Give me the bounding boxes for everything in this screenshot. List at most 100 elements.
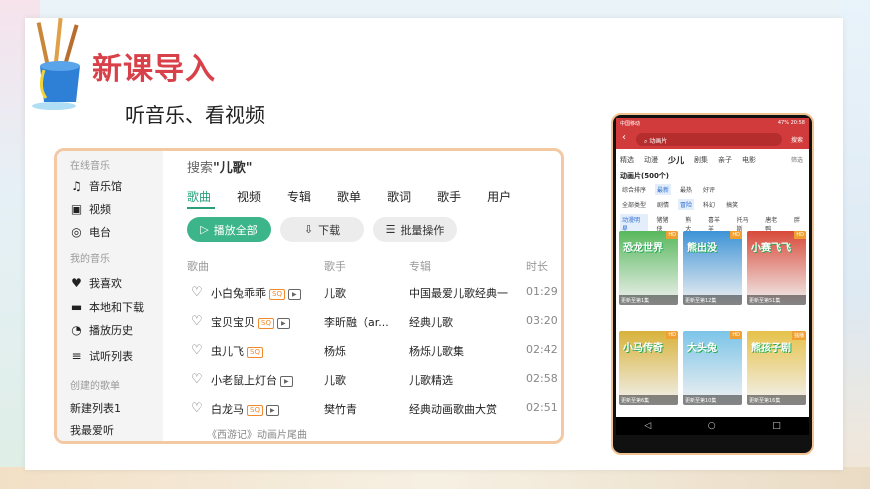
sidebar-section-created: 创建的歌单	[70, 381, 120, 392]
tab-anime[interactable]: 动漫	[644, 155, 658, 166]
video-card-title: 小赛飞飞	[751, 243, 791, 254]
heart-icon[interactable]: ♡	[191, 314, 203, 329]
tab-users[interactable]: 用户	[487, 188, 511, 205]
duration-cell: 02:42	[526, 343, 558, 356]
sidebar-item-music-hall[interactable]: ♫ 音乐馆	[70, 178, 122, 194]
phone-search-input[interactable]: ⌕ 动画片	[636, 133, 782, 146]
music-sidebar: 在线音乐 ♫ 音乐馆 ▣ 视频 ◎ 电台 我的音乐 ♥ 我喜欢 ▬ 本地和下载 ◔ 播放历史…	[57, 151, 163, 441]
music-main: 搜索"儿歌" 歌曲 视频 专辑 歌单 歌词 歌手 用户 ▷ 播放全部 ⇩ 下载 ☰ 批…	[163, 151, 561, 441]
chip-type-adventure[interactable]: 冒险	[678, 199, 695, 210]
song-title-cell: 宝贝宝贝 SQ ▶	[211, 314, 290, 330]
android-nav-bar: ◁ ○ □	[616, 417, 809, 435]
heart-icon[interactable]: ♡	[191, 285, 203, 300]
heart-icon: ♥	[71, 276, 82, 290]
sidebar-item-radio[interactable]: ◎ 电台	[70, 224, 111, 240]
chip-type-all[interactable]: 全部类型	[620, 199, 648, 210]
video-card[interactable]: HD 小赛飞飞 更新至第51集	[747, 231, 806, 305]
sidebar-item-favorites[interactable]: ♥ 我喜欢	[70, 275, 122, 291]
artist-cell[interactable]: 李昕融（ar...	[324, 314, 389, 330]
video-card[interactable]: HD 熊出没 更新至第12集	[683, 231, 742, 305]
artist-cell[interactable]: 儿歌	[324, 285, 346, 301]
chip-sort-rating[interactable]: 好评	[701, 184, 717, 195]
chip-type-scifi[interactable]: 科幻	[701, 199, 717, 210]
sidebar-item-label: 试听列表	[89, 350, 133, 363]
quality-tag: HD	[666, 331, 678, 339]
tab-series[interactable]: 剧集	[694, 155, 708, 166]
album-cell[interactable]: 经典儿歌	[409, 314, 453, 330]
sidebar-item-label: 本地和下载	[89, 301, 144, 314]
chip-sort-hottest[interactable]: 最热	[678, 184, 694, 195]
sidebar-item-label: 音乐馆	[89, 180, 122, 193]
video-card[interactable]: HD 小马传奇 更新至第6集	[619, 331, 678, 405]
tab-videos[interactable]: 视频	[237, 188, 261, 205]
video-card-title: 熊孩子剧	[751, 343, 791, 354]
video-card-title: 小马传奇	[623, 343, 663, 354]
sidebar-item-local-download[interactable]: ▬ 本地和下载	[70, 299, 144, 315]
back-icon[interactable]: ‹	[622, 132, 626, 143]
active-tab-indicator	[187, 207, 215, 209]
song-title[interactable]: 小白兔乖乖	[211, 287, 266, 300]
song-row[interactable]: ♡ 虫儿飞 SQ 杨烁 杨烁儿歌集 02:42	[163, 343, 561, 363]
tab-family[interactable]: 亲子	[718, 155, 732, 166]
play-all-button[interactable]: ▷ 播放全部	[187, 217, 271, 242]
download-icon: ⇩	[303, 223, 314, 236]
heart-icon[interactable]: ♡	[191, 372, 203, 387]
battery-time-text: 47% 20:58	[777, 120, 805, 126]
song-row[interactable]: ♡ 宝贝宝贝 SQ ▶ 李昕融（ar... 经典儿歌 03:20	[163, 314, 561, 334]
monitor-icon: ▬	[70, 300, 83, 314]
batch-button[interactable]: ☰ 批量操作	[373, 217, 457, 242]
mv-icon[interactable]: ▶	[265, 404, 279, 416]
video-card[interactable]: HD 恐龙世界 更新至第1集	[619, 231, 678, 305]
artist-cell[interactable]: 儿歌	[324, 372, 346, 388]
phone-search-button[interactable]: 搜索	[791, 135, 803, 144]
song-row[interactable]: ♡ 白龙马 SQ ▶ 樊竹青 经典动画歌曲大赏 02:51	[163, 401, 561, 421]
home-nav-icon[interactable]: ○	[708, 421, 716, 431]
sidebar-item-history[interactable]: ◔ 播放历史	[70, 322, 133, 338]
artist-cell[interactable]: 樊竹青	[324, 401, 357, 417]
tab-artists[interactable]: 歌手	[437, 188, 461, 205]
album-cell[interactable]: 儿歌精选	[409, 372, 453, 388]
chip-type-drama[interactable]: 剧情	[655, 199, 671, 210]
sidebar-item-favorite-list[interactable]: 我最爱听	[70, 422, 114, 438]
heart-icon[interactable]: ♡	[191, 401, 203, 416]
music-note-icon: ♫	[71, 179, 82, 193]
back-nav-icon[interactable]: ◁	[644, 421, 651, 431]
heart-icon[interactable]: ♡	[191, 343, 203, 358]
sidebar-item-video[interactable]: ▣ 视频	[70, 201, 111, 217]
song-row[interactable]: ♡ 小老鼠上灯台 ▶ 儿歌 儿歌精选 02:58	[163, 372, 561, 392]
song-title[interactable]: 虫儿飞	[211, 345, 244, 358]
sidebar-item-label: 我喜欢	[89, 277, 122, 290]
artist-cell[interactable]: 杨烁	[324, 343, 346, 359]
song-title[interactable]: 白龙马	[211, 403, 244, 416]
song-title[interactable]: 小老鼠上灯台	[211, 374, 277, 387]
album-cell[interactable]: 中国最爱儿歌经典一	[409, 285, 508, 301]
mv-icon[interactable]: ▶	[287, 288, 301, 300]
tab-playlists[interactable]: 歌单	[337, 188, 361, 205]
chip-type-comedy[interactable]: 搞笑	[724, 199, 740, 210]
video-icon: ▣	[70, 202, 83, 216]
song-title-cell: 虫儿飞 SQ	[211, 343, 263, 359]
song-row[interactable]: ♡ 小白兔乖乖 SQ ▶ 儿歌 中国最爱儿歌经典一 01:29	[163, 285, 561, 305]
tab-featured[interactable]: 精选	[620, 155, 634, 166]
mv-icon[interactable]: ▶	[276, 317, 290, 329]
tab-movies[interactable]: 电影	[742, 155, 756, 166]
video-card[interactable]: 独播 熊孩子剧 更新至第16集	[747, 331, 806, 405]
download-button[interactable]: ⇩ 下载	[280, 217, 364, 242]
video-card[interactable]: HD 大头兔 更新至第10集	[683, 331, 742, 405]
chip-sort-overall[interactable]: 综合排序	[620, 184, 648, 195]
tab-lyrics[interactable]: 歌词	[387, 188, 411, 205]
mv-icon[interactable]: ▶	[280, 375, 293, 387]
album-cell[interactable]: 经典动画歌曲大赏	[409, 401, 497, 417]
column-duration: 时长	[526, 260, 548, 273]
tab-kids[interactable]: 少儿	[668, 155, 684, 166]
chip-sort-newest[interactable]: 最新	[655, 184, 672, 195]
song-title[interactable]: 宝贝宝贝	[211, 316, 255, 329]
sidebar-item-new-list[interactable]: 新建列表1	[70, 400, 121, 416]
filter-button[interactable]: 筛选	[791, 155, 803, 164]
album-cell[interactable]: 杨烁儿歌集	[409, 343, 464, 359]
tab-albums[interactable]: 专辑	[287, 188, 311, 205]
result-count-title: 动画片(500个)	[620, 172, 670, 180]
recent-nav-icon[interactable]: □	[772, 421, 781, 431]
sidebar-item-trial-list[interactable]: ≡ 试听列表	[70, 348, 133, 364]
tab-songs[interactable]: 歌曲	[187, 188, 211, 205]
